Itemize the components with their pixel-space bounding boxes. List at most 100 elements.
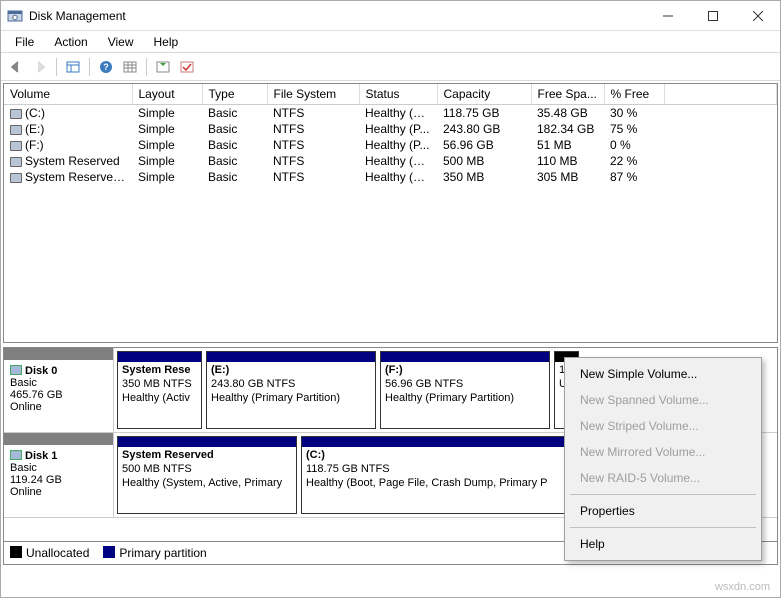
- volume-capacity: 118.75 GB: [437, 105, 531, 122]
- volume-name: (F:): [25, 138, 44, 152]
- window-title: Disk Management: [29, 9, 126, 23]
- disk-type: Basic: [10, 462, 107, 474]
- volume-layout: Simple: [132, 105, 202, 122]
- volume-fs: NTFS: [267, 137, 359, 153]
- menu-file[interactable]: File: [7, 32, 42, 52]
- table-row[interactable]: System Reserved SimpleBasicNTFSHealthy (S…: [4, 153, 777, 169]
- primary-swatch: [103, 546, 115, 558]
- volume-pct: 87 %: [604, 169, 664, 185]
- volume-capacity: 350 MB: [437, 169, 531, 185]
- cm-separator: [570, 527, 756, 528]
- disk-name: Disk 0: [25, 365, 57, 377]
- check-icon[interactable]: [176, 56, 198, 78]
- partition-label: (C:): [306, 449, 566, 463]
- legend-unallocated: Unallocated: [10, 546, 89, 560]
- toolbar-separator: [89, 58, 90, 76]
- col-layout[interactable]: Layout: [132, 84, 202, 105]
- volume-icon: [10, 173, 22, 183]
- table-row[interactable]: (F:)SimpleBasicNTFSHealthy (P...56.96 GB…: [4, 137, 777, 153]
- partition-size: 243.80 GB NTFS: [211, 378, 371, 392]
- legend-primary: Primary partition: [103, 546, 206, 560]
- volume-status: Healthy (P...: [359, 137, 437, 153]
- minimize-button[interactable]: [645, 2, 690, 30]
- close-button[interactable]: [735, 2, 780, 30]
- cm-new-mirrored-volume: New Mirrored Volume...: [566, 439, 760, 465]
- col-type[interactable]: Type: [202, 84, 267, 105]
- volume-layout: Simple: [132, 153, 202, 169]
- partition-size: 56.96 GB NTFS: [385, 378, 545, 392]
- volume-status: Healthy (B...: [359, 105, 437, 122]
- volume-name: System Reserved: [25, 154, 120, 168]
- disk-partition[interactable]: System Rese350 MB NTFSHealthy (Activ: [117, 351, 202, 429]
- help-icon[interactable]: ?: [95, 56, 117, 78]
- menu-action[interactable]: Action: [46, 32, 95, 52]
- volume-pct: 0 %: [604, 137, 664, 153]
- volume-list-pane[interactable]: Volume Layout Type File System Status Ca…: [3, 83, 778, 343]
- partition-body: System Rese350 MB NTFSHealthy (Activ: [118, 362, 201, 428]
- volume-fs: NTFS: [267, 153, 359, 169]
- col-volume[interactable]: Volume: [4, 84, 132, 105]
- menu-view[interactable]: View: [100, 32, 142, 52]
- volume-status: Healthy (S...: [359, 153, 437, 169]
- table-row[interactable]: System Reserved (...SimpleBasicNTFSHealt…: [4, 169, 777, 185]
- volume-table-header: Volume Layout Type File System Status Ca…: [4, 84, 777, 105]
- col-percentfree[interactable]: % Free: [604, 84, 664, 105]
- partition-label: System Reserved: [122, 449, 292, 463]
- toolbar: ?: [1, 53, 780, 81]
- disk-header[interactable]: Disk 0Basic465.76 GBOnline: [4, 348, 114, 432]
- disk-partition[interactable]: (E:)243.80 GB NTFSHealthy (Primary Parti…: [206, 351, 376, 429]
- volume-fs: NTFS: [267, 105, 359, 122]
- volume-pct: 30 %: [604, 105, 664, 122]
- volume-capacity: 500 MB: [437, 153, 531, 169]
- menu-help[interactable]: Help: [146, 32, 187, 52]
- cm-new-simple-volume[interactable]: New Simple Volume...: [566, 361, 760, 387]
- forward-button[interactable]: [29, 56, 51, 78]
- col-freespace[interactable]: Free Spa...: [531, 84, 604, 105]
- col-status[interactable]: Status: [359, 84, 437, 105]
- toolbar-separator: [146, 58, 147, 76]
- refresh-icon[interactable]: [152, 56, 174, 78]
- cm-properties[interactable]: Properties: [566, 498, 760, 524]
- table-row[interactable]: (C:)SimpleBasicNTFSHealthy (B...118.75 G…: [4, 105, 777, 122]
- cm-separator: [570, 494, 756, 495]
- col-capacity[interactable]: Capacity: [437, 84, 531, 105]
- partition-health: Healthy (System, Active, Primary: [122, 477, 292, 491]
- disk-type: Basic: [10, 377, 107, 389]
- disk-partition[interactable]: (F:)56.96 GB NTFSHealthy (Primary Partit…: [380, 351, 550, 429]
- partition-colorbar: [302, 437, 570, 447]
- legend-primary-label: Primary partition: [119, 546, 206, 560]
- cm-help[interactable]: Help: [566, 531, 760, 557]
- volume-layout: Simple: [132, 169, 202, 185]
- volume-name: (C:): [25, 106, 45, 120]
- disk-header[interactable]: Disk 1Basic119.24 GBOnline: [4, 433, 114, 517]
- col-extra[interactable]: [664, 84, 777, 105]
- cm-new-spanned-volume: New Spanned Volume...: [566, 387, 760, 413]
- partition-body: (C:)118.75 GB NTFSHealthy (Boot, Page Fi…: [302, 447, 570, 513]
- disk-name: Disk 1: [25, 450, 57, 462]
- grid-icon[interactable]: [119, 56, 141, 78]
- volume-name: (E:): [25, 122, 44, 136]
- volume-type: Basic: [202, 153, 267, 169]
- disk-partition[interactable]: System Reserved500 MB NTFSHealthy (Syste…: [117, 436, 297, 514]
- volume-pct: 75 %: [604, 121, 664, 137]
- disk-state: Online: [10, 401, 107, 413]
- maximize-button[interactable]: [690, 2, 735, 30]
- volume-free: 110 MB: [531, 153, 604, 169]
- legend-unallocated-label: Unallocated: [26, 546, 89, 560]
- app-icon: [7, 8, 23, 24]
- disk-size: 119.24 GB: [10, 474, 107, 486]
- disk-partition[interactable]: (C:)118.75 GB NTFSHealthy (Boot, Page Fi…: [301, 436, 571, 514]
- col-filesystem[interactable]: File System: [267, 84, 359, 105]
- volume-pct: 22 %: [604, 153, 664, 169]
- partition-size: 350 MB NTFS: [122, 378, 197, 392]
- cm-new-raid5-volume: New RAID-5 Volume...: [566, 465, 760, 491]
- partition-health: Healthy (Activ: [122, 392, 197, 406]
- disk-icon: [10, 365, 22, 375]
- partition-colorbar: [118, 352, 201, 362]
- panel-icon[interactable]: [62, 56, 84, 78]
- back-button[interactable]: [5, 56, 27, 78]
- volume-icon: [10, 141, 22, 151]
- titlebar-left: Disk Management: [7, 8, 126, 24]
- menubar: File Action View Help: [1, 31, 780, 53]
- table-row[interactable]: (E:)SimpleBasicNTFSHealthy (P...243.80 G…: [4, 121, 777, 137]
